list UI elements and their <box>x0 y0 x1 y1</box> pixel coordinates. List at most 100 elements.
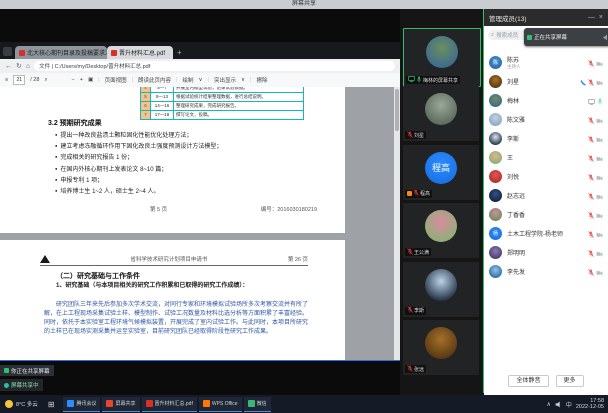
close-icon[interactable]: × <box>599 14 603 21</box>
browser-window: 北大核心期刊目录及投稿要求汇总 × 晋升材料汇总.pdf + ← ↻ ⌂ 文件 … <box>0 42 400 360</box>
avatar <box>426 36 458 68</box>
camera-off-icon <box>596 206 603 224</box>
page-number-input[interactable]: 21 <box>13 75 25 85</box>
sharing-toolbar-badge[interactable]: 屏幕共享中 <box>0 379 43 391</box>
taskbar-app-button[interactable]: WPS Office <box>199 397 242 412</box>
member-name: 刘星 <box>507 77 519 86</box>
avatar <box>489 189 502 202</box>
member-name: 王 <box>507 153 513 162</box>
member-name-wrap: 李斯 <box>507 134 519 143</box>
url-field[interactable]: 文件 | C:/Users/my/Desktop/晋升材料汇总.pdf <box>34 61 395 71</box>
mic-off-icon <box>413 190 419 198</box>
weather-widget[interactable]: 8°C 多云 <box>0 400 43 408</box>
minimize-icon[interactable]: — <box>588 14 595 21</box>
pdf-menu-icon[interactable]: ≡ <box>5 77 8 83</box>
home-icon[interactable]: ⌂ <box>26 63 30 70</box>
ime-indicator[interactable]: 中 <box>566 400 572 409</box>
member-name-wrap: 陈苏主持人 <box>507 55 521 70</box>
speaker-icon[interactable] <box>555 395 562 413</box>
avatar <box>489 132 502 145</box>
member-row[interactable]: 赵志远 <box>484 186 608 205</box>
browser-tab-inactive[interactable]: 北大核心期刊目录及投稿要求汇总 × <box>15 46 107 59</box>
tile-name-label: 刘星 <box>405 131 426 139</box>
reload-icon[interactable]: ↻ <box>16 62 22 70</box>
erase-button[interactable]: 擦除 <box>256 76 267 84</box>
mic-off-icon <box>588 263 594 281</box>
doc-bullet-item: 培养博士生 1~2 人，硕士生 2~4 人。 <box>55 186 305 197</box>
member-panel: 管理成员(13) — × ⌕ 搜索成员 正在共享屏幕 陈陈苏主持人刘星梅林陈文雅… <box>484 9 608 395</box>
browser-tab-active[interactable]: 晋升材料汇总.pdf <box>107 46 173 59</box>
taskbar-app-button[interactable]: 腾讯会议 <box>63 397 100 412</box>
video-tile[interactable]: 程高程高 <box>403 145 479 200</box>
member-row[interactable]: 陈陈苏主持人 <box>484 53 608 72</box>
sharing-status-badge[interactable]: 你正在共享屏幕 <box>0 365 54 376</box>
zoom-in-button[interactable]: + <box>80 77 83 83</box>
member-row[interactable]: 陈文雅 <box>484 110 608 129</box>
app-icon <box>106 400 113 407</box>
screen-share-banner[interactable]: 屏幕共享 <box>0 0 608 9</box>
draw-button[interactable]: 绘制 <box>182 76 193 84</box>
member-row[interactable]: 李斯 <box>484 129 608 148</box>
read-aloud-button[interactable]: 朗读此页内容 <box>138 76 171 84</box>
taskbar-clock[interactable]: 17:58 2022-12-05 <box>576 398 604 411</box>
table-row: 614—16整理研究成果，完成研究报告。 <box>141 101 303 110</box>
app-icon <box>67 400 74 407</box>
participant-name: 张远 <box>414 366 424 373</box>
member-row[interactable]: 杨土木工程学院-杨老师 <box>484 224 608 243</box>
weather-icon <box>5 400 13 408</box>
member-status-icons <box>588 168 603 186</box>
mute-all-button[interactable]: 全体静音 <box>508 375 548 387</box>
member-name-wrap: 陈文雅 <box>507 115 525 124</box>
fit-page-icon[interactable]: ▣ <box>88 77 93 83</box>
video-tile[interactable]: 梅林的屏幕共享 <box>403 28 481 87</box>
member-row[interactable]: 郑明明 <box>484 243 608 262</box>
more-button[interactable]: 更多 <box>556 375 584 387</box>
video-tile[interactable]: 王公满 <box>403 203 479 258</box>
participant-name: 王公满 <box>414 249 429 256</box>
member-row[interactable]: 梅林 <box>484 91 608 110</box>
start-button[interactable]: ⊞ <box>43 400 60 409</box>
member-name: 郑明明 <box>507 248 525 257</box>
avatar <box>425 210 457 242</box>
member-row[interactable]: 丁香香 <box>484 205 608 224</box>
chevron-down-icon[interactable]: ∨ <box>199 77 203 83</box>
back-icon[interactable]: ← <box>5 63 12 70</box>
tab-search-icon[interactable] <box>3 47 12 56</box>
new-tab-button[interactable]: + <box>177 48 182 57</box>
taskbar-app-button[interactable]: 晋升材料汇总.pdf <box>142 397 197 412</box>
page-view-button[interactable]: 页面视图 <box>105 76 127 84</box>
chevron-down-icon[interactable]: ∨ <box>241 77 245 83</box>
member-row[interactable]: 李先发 <box>484 262 608 281</box>
browser-tabbar: 北大核心期刊目录及投稿要求汇总 × 晋升材料汇总.pdf + <box>0 42 400 59</box>
camera-off-icon <box>596 73 603 91</box>
member-name: 陈苏 <box>507 55 521 64</box>
pdf-search-icon[interactable]: ⌕ <box>44 77 47 84</box>
member-row[interactable]: 刘悦 <box>484 167 608 186</box>
participant-name: 程高 <box>420 190 430 197</box>
panel-title: 管理成员(13) <box>489 13 527 23</box>
video-tile[interactable]: 刘星 <box>403 86 479 141</box>
window-edge-highlight <box>0 360 400 361</box>
zoom-out-button[interactable]: − <box>72 77 75 83</box>
member-name: 土木工程学院-杨老师 <box>507 229 563 238</box>
video-tile[interactable]: 张远 <box>403 320 479 375</box>
taskbar-apps: 腾讯会议屏幕共享 晋升材料汇总.pdf WPS Office微信 <box>63 397 270 412</box>
doc-bullet-item: 申报专利 1 项； <box>55 175 305 186</box>
member-name-wrap: 丁香香 <box>507 210 525 219</box>
taskbar-app-button[interactable]: 微信 <box>244 397 271 412</box>
share-monitor-icon <box>527 35 532 40</box>
tile-name-label: 李斯 <box>405 307 426 315</box>
taskbar-app-button[interactable]: 屏幕共享 <box>102 397 139 412</box>
doc-section-title: 3.2 预期研究成果 <box>48 118 102 128</box>
app-label: 晋升材料汇总.pdf <box>155 400 193 407</box>
pdf-scrollbar-thumb[interactable] <box>395 89 399 131</box>
highlight-button[interactable]: 突出显示 <box>214 76 236 84</box>
share-indicator-pill[interactable]: 正在共享屏幕 <box>524 28 608 46</box>
tray-expand-icon[interactable]: ∧ <box>546 401 550 408</box>
member-row[interactable]: 刘星 <box>484 72 608 91</box>
camera-off-icon <box>596 54 603 72</box>
share-monitor-icon <box>4 368 9 373</box>
video-tile[interactable]: 李斯 <box>403 262 479 317</box>
member-row[interactable]: 王 <box>484 148 608 167</box>
share-active-icon <box>4 383 9 388</box>
